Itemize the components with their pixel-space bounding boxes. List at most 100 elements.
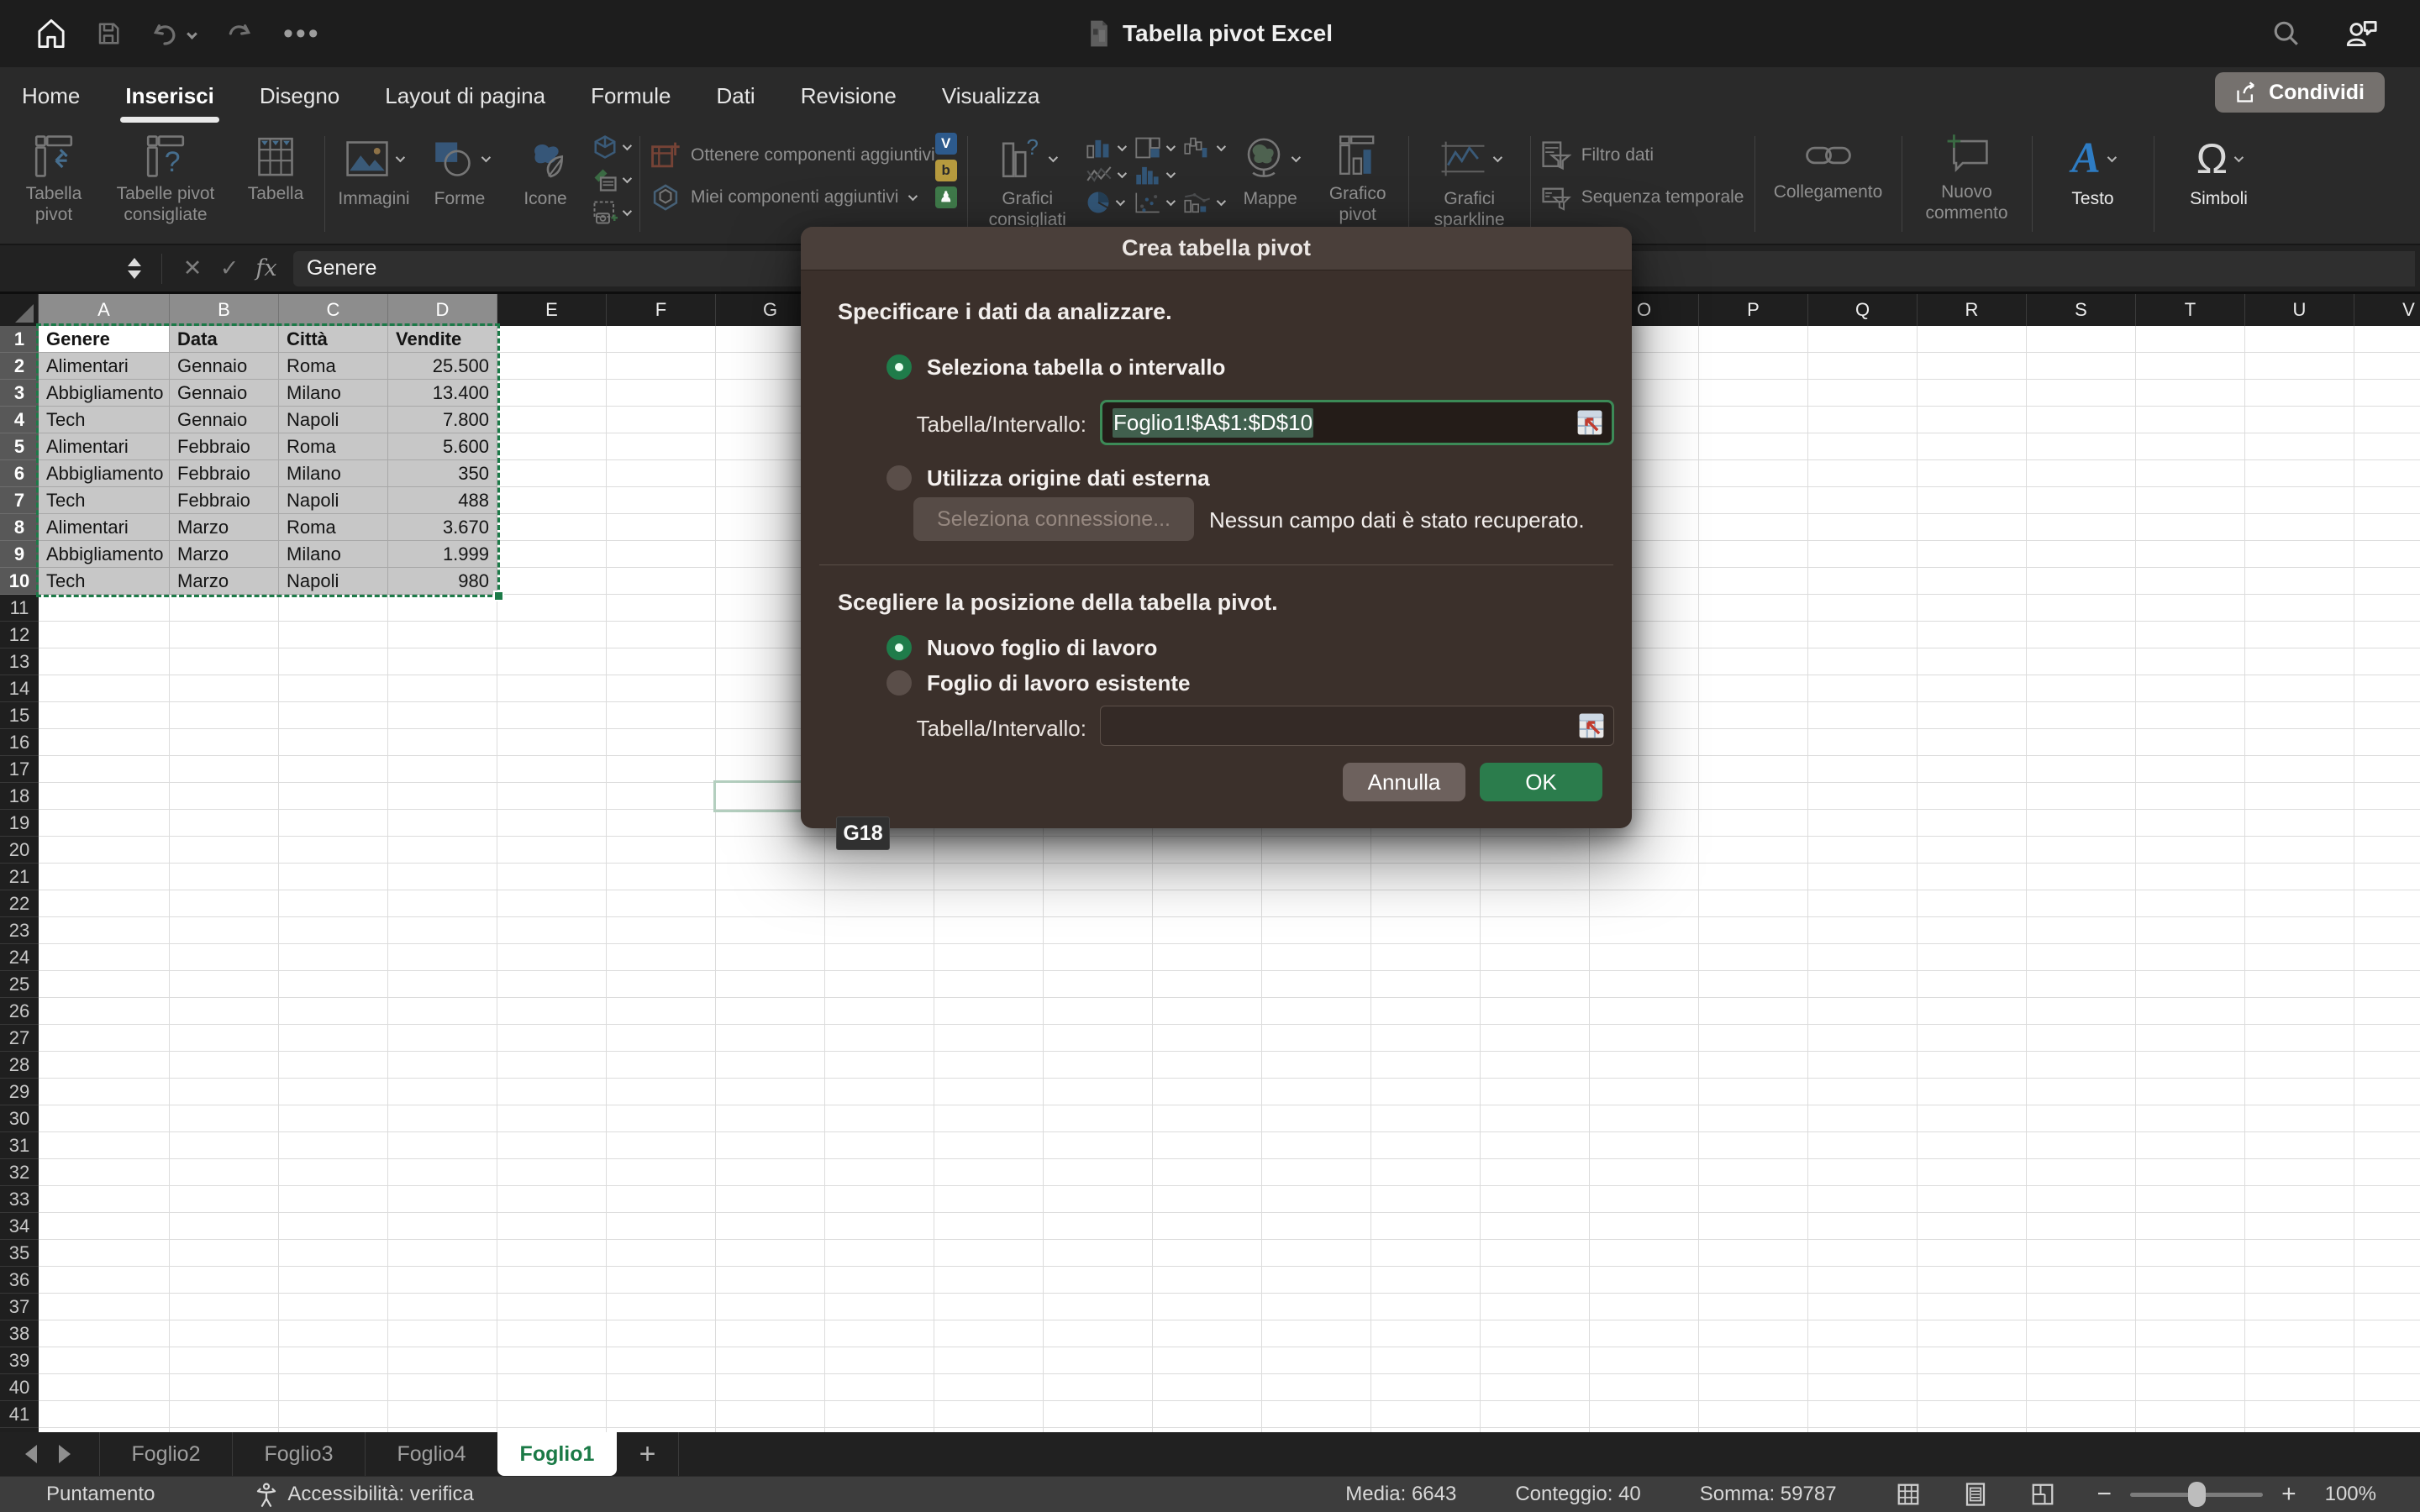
- cell-C15[interactable]: [279, 702, 388, 729]
- cell-F39[interactable]: [607, 1347, 716, 1374]
- cell-H34[interactable]: [825, 1213, 934, 1240]
- cell-F25[interactable]: [607, 971, 716, 998]
- cell-H33[interactable]: [825, 1186, 934, 1213]
- cell-S25[interactable]: [2027, 971, 2136, 998]
- cell-I36[interactable]: [934, 1267, 1044, 1294]
- cell-T2[interactable]: [2136, 353, 2245, 380]
- cell-S23[interactable]: [2027, 917, 2136, 944]
- cell-P30[interactable]: [1699, 1105, 1808, 1132]
- cell-U33[interactable]: [2245, 1186, 2354, 1213]
- cell-R11[interactable]: [1918, 595, 2027, 622]
- cell-I34[interactable]: [934, 1213, 1044, 1240]
- cell-E30[interactable]: [497, 1105, 607, 1132]
- normal-view-icon[interactable]: [1896, 1482, 1921, 1507]
- cell-C22[interactable]: [279, 890, 388, 917]
- cell-V10[interactable]: [2354, 568, 2420, 595]
- cell-R32[interactable]: [1918, 1159, 2027, 1186]
- cell-A18[interactable]: [39, 783, 170, 810]
- cell-B19[interactable]: [170, 810, 279, 837]
- cell-D21[interactable]: [388, 864, 497, 890]
- cell-P3[interactable]: [1699, 380, 1808, 407]
- mini-chart-treemap-icon[interactable]: [1134, 136, 1161, 160]
- row-header-20[interactable]: 20: [0, 837, 39, 864]
- cell-R1[interactable]: [1918, 326, 2027, 353]
- cell-L31[interactable]: [1262, 1132, 1371, 1159]
- cell-S34[interactable]: [2027, 1213, 2136, 1240]
- cell-R22[interactable]: [1918, 890, 2027, 917]
- cell-O24[interactable]: [1590, 944, 1699, 971]
- sparklines-button[interactable]: Grafici sparkline: [1419, 128, 1520, 231]
- select-all-corner[interactable]: [0, 294, 39, 326]
- cell-O26[interactable]: [1590, 998, 1699, 1025]
- cell-M21[interactable]: [1371, 864, 1481, 890]
- my-addins-chevron-icon[interactable]: [908, 192, 918, 201]
- cell-C27[interactable]: [279, 1025, 388, 1052]
- mini-chart-line-chevron-icon[interactable]: [1117, 169, 1126, 178]
- cancel-button[interactable]: Annulla: [1343, 763, 1465, 801]
- cell-V9[interactable]: [2354, 541, 2420, 568]
- cell-U27[interactable]: [2245, 1025, 2354, 1052]
- cell-S17[interactable]: [2027, 756, 2136, 783]
- col-header-Q[interactable]: Q: [1808, 294, 1918, 326]
- page-break-view-icon[interactable]: [2030, 1482, 2055, 1507]
- cell-D18[interactable]: [388, 783, 497, 810]
- timeline-button[interactable]: Sequenza temporale: [1541, 178, 1744, 217]
- cell-O28[interactable]: [1590, 1052, 1699, 1079]
- cell-U13[interactable]: [2245, 648, 2354, 675]
- cell-B17[interactable]: [170, 756, 279, 783]
- cell-B2[interactable]: Gennaio: [170, 353, 279, 380]
- table-range-input[interactable]: Foglio1!$A$1:$D$10: [1100, 400, 1614, 445]
- cell-K39[interactable]: [1153, 1347, 1262, 1374]
- cell-E34[interactable]: [497, 1213, 607, 1240]
- cell-K23[interactable]: [1153, 917, 1262, 944]
- cell-J41[interactable]: [1044, 1401, 1153, 1428]
- cell-B28[interactable]: [170, 1052, 279, 1079]
- cell-T6[interactable]: [2136, 460, 2245, 487]
- cell-P35[interactable]: [1699, 1240, 1808, 1267]
- cell-F30[interactable]: [607, 1105, 716, 1132]
- cell-M32[interactable]: [1371, 1159, 1481, 1186]
- cell-A23[interactable]: [39, 917, 170, 944]
- cell-M28[interactable]: [1371, 1052, 1481, 1079]
- cell-B9[interactable]: Marzo: [170, 541, 279, 568]
- cell-F14[interactable]: [607, 675, 716, 702]
- cell-E15[interactable]: [497, 702, 607, 729]
- cell-V14[interactable]: [2354, 675, 2420, 702]
- cell-S18[interactable]: [2027, 783, 2136, 810]
- radio-existing-worksheet-label[interactable]: Foglio di lavoro esistente: [927, 670, 1191, 696]
- cell-K29[interactable]: [1153, 1079, 1262, 1105]
- mini-chart-pie-chevron-icon[interactable]: [1115, 197, 1124, 206]
- cell-R20[interactable]: [1918, 837, 2027, 864]
- save-icon[interactable]: [96, 21, 121, 46]
- cell-C40[interactable]: [279, 1374, 388, 1401]
- cell-N26[interactable]: [1481, 998, 1590, 1025]
- cell-F28[interactable]: [607, 1052, 716, 1079]
- range-picker-icon[interactable]: [1576, 408, 1604, 437]
- col-header-C[interactable]: C: [279, 294, 388, 326]
- cell-V32[interactable]: [2354, 1159, 2420, 1186]
- cell-B39[interactable]: [170, 1347, 279, 1374]
- cell-V33[interactable]: [2354, 1186, 2420, 1213]
- shapes-chevron-icon[interactable]: [481, 153, 491, 162]
- cell-B38[interactable]: [170, 1320, 279, 1347]
- cell-J40[interactable]: [1044, 1374, 1153, 1401]
- cell-S19[interactable]: [2027, 810, 2136, 837]
- cell-V7[interactable]: [2354, 487, 2420, 514]
- cell-C8[interactable]: Roma: [279, 514, 388, 541]
- cell-E12[interactable]: [497, 622, 607, 648]
- cell-V24[interactable]: [2354, 944, 2420, 971]
- cell-C23[interactable]: [279, 917, 388, 944]
- cell-E25[interactable]: [497, 971, 607, 998]
- cell-S14[interactable]: [2027, 675, 2136, 702]
- row-header-29[interactable]: 29: [0, 1079, 39, 1105]
- cell-S4[interactable]: [2027, 407, 2136, 433]
- cell-U30[interactable]: [2245, 1105, 2354, 1132]
- row-header-6[interactable]: 6: [0, 460, 39, 487]
- cell-D22[interactable]: [388, 890, 497, 917]
- cell-A39[interactable]: [39, 1347, 170, 1374]
- cell-T23[interactable]: [2136, 917, 2245, 944]
- radio-new-worksheet-label[interactable]: Nuovo foglio di lavoro: [927, 635, 1157, 661]
- cell-P32[interactable]: [1699, 1159, 1808, 1186]
- cell-Q17[interactable]: [1808, 756, 1918, 783]
- cell-Q18[interactable]: [1808, 783, 1918, 810]
